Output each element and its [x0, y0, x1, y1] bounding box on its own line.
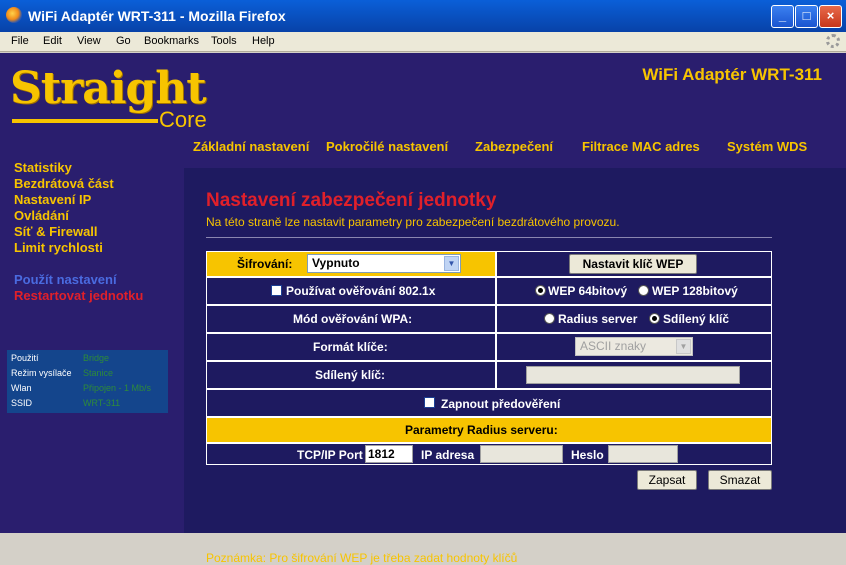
page-subtitle: Na této straně lze nastavit parametry pr… — [206, 215, 620, 229]
status-row: Režim vysílače Stanice — [7, 368, 168, 382]
product-name: WiFi Adaptér WRT-311 — [642, 65, 822, 84]
maximize-button[interactable]: □ — [795, 5, 818, 28]
wpa-mode-label-cell: Mód ověřování WPA: — [207, 306, 495, 332]
use-8021x-checkbox[interactable] — [271, 285, 282, 296]
side-item-speed-limit[interactable]: Limit rychlosti — [14, 240, 103, 255]
shared-key-cell — [497, 362, 771, 388]
shared-key-radio-label: Sdílený klíč — [663, 312, 730, 326]
key-format-label: Formát klíče: — [313, 340, 388, 354]
status-key: SSID — [11, 398, 33, 408]
window-titlebar: WiFi Adaptér WRT-311 - Mozilla Firefox _… — [0, 0, 846, 32]
menu-tools[interactable]: Tools — [211, 35, 237, 47]
shared-key-input[interactable] — [526, 366, 740, 384]
preauth-cell: Zapnout předověření — [207, 390, 771, 416]
status-panel: Použití Bridge Režim vysílače Stanice Wl… — [7, 350, 168, 413]
menu-go[interactable]: Go — [116, 35, 131, 47]
main-content: Nastavení zabezpečení jednotky Na této s… — [184, 168, 846, 565]
status-value: Bridge — [83, 353, 110, 363]
chevron-down-icon: ▼ — [676, 339, 691, 354]
status-value: Připojen - 1 Mb/s — [83, 383, 152, 393]
minimize-button[interactable]: _ — [771, 5, 794, 28]
menu-bookmarks[interactable]: Bookmarks — [144, 35, 199, 47]
wep64-radio[interactable] — [535, 285, 546, 296]
wep128-label: WEP 128bitový — [652, 284, 738, 298]
tcpip-port-label: TCP/IP Port — [297, 448, 363, 462]
menu-help[interactable]: Help — [252, 35, 275, 47]
side-apply-settings[interactable]: Použít nastavení — [14, 272, 117, 287]
use-8021x-label: Používat ověřování 802.1x — [286, 284, 436, 298]
status-value: WRT-311 — [83, 398, 121, 408]
set-wep-key-button[interactable]: Nastavit klíč WEP — [569, 254, 697, 274]
menu-view[interactable]: View — [77, 35, 101, 47]
key-format-select[interactable]: ASCII znaky ▼ — [575, 337, 693, 356]
page: Straight Core WiFi Adaptér WRT-311 Zákla… — [0, 53, 846, 565]
password-input[interactable] — [608, 445, 678, 463]
encryption-label: Šifrování: — [237, 257, 293, 271]
key-format-label-cell: Formát klíče: — [207, 334, 495, 360]
status-row: Wlan Připojen - 1 Mb/s — [7, 383, 168, 397]
status-key: Režim vysílače — [11, 368, 72, 378]
radius-header: Parametry Radius serveru: — [405, 423, 558, 437]
save-button[interactable]: Zapsat — [637, 470, 697, 490]
side-restart-unit[interactable]: Restartovat jednotku — [14, 288, 143, 303]
window-title: WiFi Adaptér WRT-311 - Mozilla Firefox — [28, 8, 286, 24]
radius-server-label: Radius server — [558, 312, 638, 326]
menu-edit[interactable]: Edit — [43, 35, 62, 47]
radius-params-cell: TCP/IP Port 1812 IP adresa Heslo — [207, 444, 771, 464]
auth-8021x-cell: Používat ověřování 802.1x — [207, 278, 495, 304]
status-key: Wlan — [11, 383, 32, 393]
wep-key-cell: Nastavit klíč WEP — [497, 252, 771, 276]
shared-key-label: Sdílený klíč: — [315, 368, 386, 382]
encryption-select-value: Vypnuto — [312, 256, 360, 270]
logo: Straight Core — [10, 61, 220, 132]
throbber-icon — [826, 34, 840, 48]
key-format-cell: ASCII znaky ▼ — [497, 334, 771, 360]
ip-address-input[interactable] — [480, 445, 563, 463]
chevron-down-icon: ▼ — [444, 256, 459, 271]
nav-security[interactable]: Zabezpečení — [475, 139, 553, 154]
wep64-label: WEP 64bitový — [548, 284, 628, 298]
divider — [206, 237, 772, 238]
password-label: Heslo — [571, 448, 604, 462]
encryption-select[interactable]: Vypnuto ▼ — [307, 254, 461, 273]
firefox-icon — [6, 7, 22, 23]
nav-mac-filter[interactable]: Filtrace MAC adres — [582, 139, 700, 154]
close-button[interactable]: × — [819, 5, 842, 28]
radius-server-radio[interactable] — [544, 313, 555, 324]
preauth-checkbox[interactable] — [424, 397, 435, 408]
tcpip-port-input[interactable]: 1812 — [365, 445, 413, 463]
encryption-cell: Šifrování: Vypnuto ▼ — [207, 252, 495, 276]
shared-key-radio[interactable] — [649, 313, 660, 324]
wep128-radio[interactable] — [638, 285, 649, 296]
nav-wds-system[interactable]: Systém WDS — [727, 139, 807, 154]
nav-advanced-settings[interactable]: Pokročilé nastavení — [326, 139, 448, 154]
delete-button[interactable]: Smazat — [708, 470, 772, 490]
nav-basic-settings[interactable]: Základní nastavení — [193, 139, 309, 154]
page-title: Nastavení zabezpečení jednotky — [206, 190, 497, 211]
status-value: Stanice — [83, 368, 114, 378]
wep-bits-cell: WEP 64bitový WEP 128bitový — [497, 278, 771, 304]
side-item-network-firewall[interactable]: Síť & Firewall — [14, 224, 98, 239]
wpa-mode-cell: Radius server Sdílený klíč — [497, 306, 771, 332]
menu-bar: File Edit View Go Bookmarks Tools Help — [0, 32, 846, 52]
shared-key-label-cell: Sdílený klíč: — [207, 362, 495, 388]
wpa-mode-label: Mód ověřování WPA: — [293, 312, 413, 326]
preauth-label: Zapnout předověření — [441, 397, 561, 411]
note-text: Poznámka: Pro šifrování WEP je třeba zad… — [206, 551, 518, 565]
side-item-control[interactable]: Ovládání — [14, 208, 69, 223]
status-row: Použití Bridge — [7, 353, 168, 367]
side-item-wireless[interactable]: Bezdrátová část — [14, 176, 114, 191]
security-form-table: Šifrování: Vypnuto ▼ Nastavit klíč WEP P… — [206, 251, 772, 465]
logo-sub-text: Core — [159, 107, 207, 132]
status-row: SSID WRT-311 — [7, 398, 168, 412]
side-item-ip-settings[interactable]: Nastavení IP — [14, 192, 91, 207]
menu-file[interactable]: File — [11, 35, 29, 47]
side-item-statistics[interactable]: Statistiky — [14, 160, 72, 175]
status-key: Použití — [11, 353, 39, 363]
radius-header-cell: Parametry Radius serveru: — [207, 418, 771, 442]
ip-address-label: IP adresa — [421, 448, 475, 462]
logo-underline — [12, 119, 158, 123]
key-format-select-value: ASCII znaky — [580, 339, 647, 353]
